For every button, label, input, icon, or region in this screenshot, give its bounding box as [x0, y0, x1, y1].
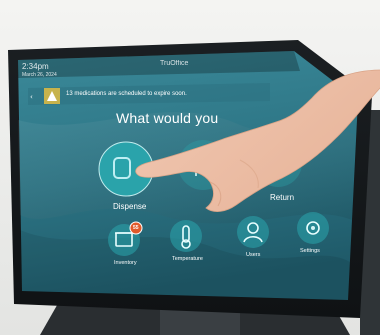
users-label: Users [246, 252, 261, 258]
settings-label: Settings [300, 248, 320, 254]
photo-scene: ‹ [0, 0, 380, 335]
inventory-badge-count: 55 [133, 225, 139, 231]
temperature-button[interactable] [170, 220, 202, 252]
temperature-label: Temperature [172, 256, 203, 262]
return-label: Return [270, 193, 295, 202]
gear-center [311, 226, 315, 230]
brand-name: TruOffice [160, 60, 189, 67]
back-chevron-icon[interactable]: ‹ [30, 93, 33, 101]
alert-message: 13 medications are scheduled to expire s… [66, 91, 187, 97]
status-time: 2:34pm [22, 62, 49, 71]
main-heading: What would you [116, 110, 219, 126]
inventory-label: Inventory [114, 260, 137, 266]
users-button[interactable] [237, 216, 269, 248]
dispense-label: Dispense [113, 202, 147, 211]
status-date: March 26, 2024 [22, 72, 57, 78]
